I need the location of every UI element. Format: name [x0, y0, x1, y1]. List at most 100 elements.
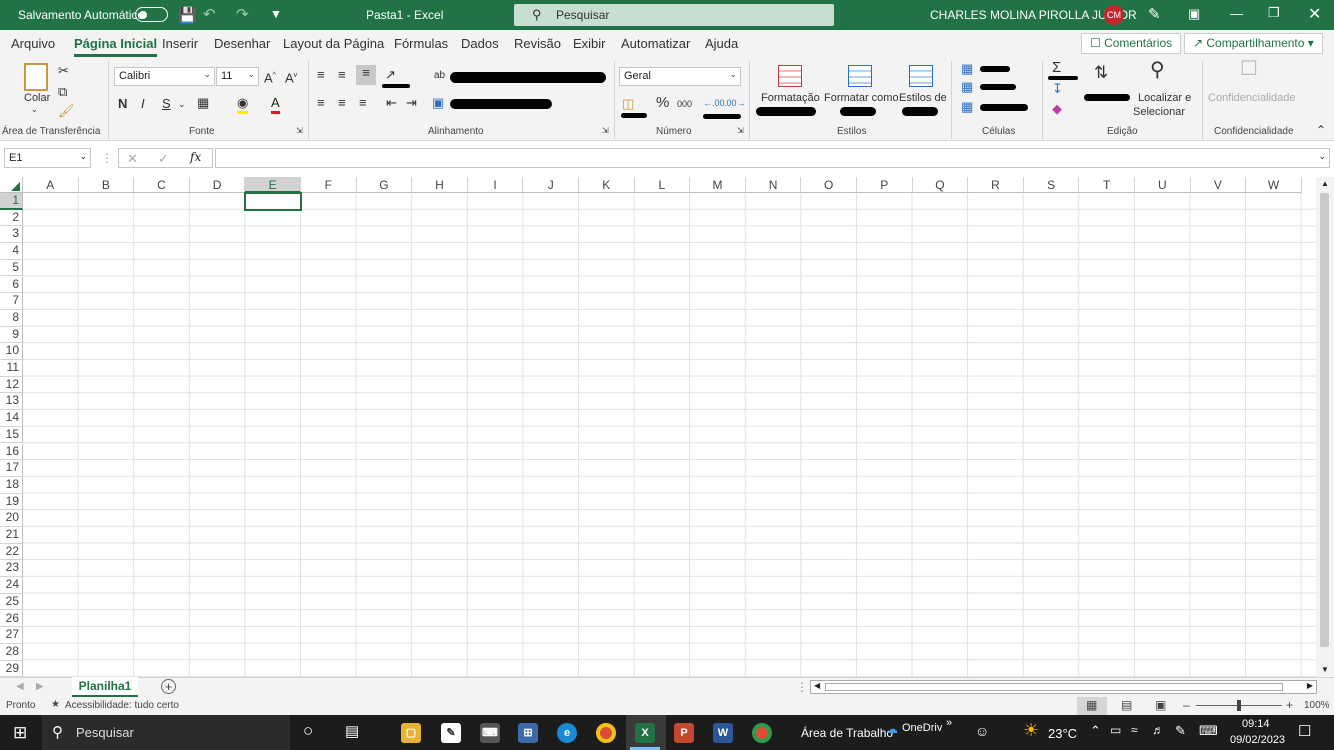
pen-icon[interactable]: ✎ — [1148, 5, 1161, 23]
paste-label[interactable]: Colar — [24, 92, 50, 104]
tab-desenhar[interactable]: Desenhar — [214, 36, 270, 51]
minimize-icon[interactable]: — — [1230, 6, 1243, 21]
desktop-label[interactable]: Área de Trabalho — [801, 726, 893, 740]
cortana-icon[interactable]: ○ — [303, 721, 313, 741]
column-header-j[interactable]: J — [523, 177, 579, 193]
column-header-v[interactable]: V — [1190, 177, 1247, 193]
column-header-u[interactable]: U — [1135, 177, 1191, 193]
column-header-s[interactable]: S — [1023, 177, 1080, 193]
tab-layout[interactable]: Layout da Página — [283, 36, 384, 51]
share-button[interactable]: ↗ Compartilhamento ▾ — [1184, 33, 1323, 54]
find-icon[interactable]: ⚲ — [1150, 60, 1165, 80]
column-header-c[interactable]: C — [134, 177, 190, 193]
format-cells-icon[interactable]: ▦ — [961, 99, 973, 115]
percent-button[interactable]: % — [656, 95, 669, 111]
wifi-icon[interactable]: ≈ — [1131, 723, 1138, 737]
row-header-11[interactable]: 11 — [0, 360, 23, 377]
font-color-icon[interactable]: A — [271, 95, 280, 114]
accessibility-icon[interactable]: ★ — [51, 699, 60, 710]
conditional-format-label[interactable]: Formatação — [761, 92, 820, 104]
borders-icon[interactable]: ▦ — [197, 95, 209, 111]
pen-workspace-icon[interactable]: ✎ — [1175, 723, 1186, 739]
find-label-2[interactable]: Selecionar — [1133, 106, 1185, 118]
autosum-icon[interactable]: Σ — [1052, 60, 1061, 76]
column-header-g[interactable]: G — [356, 177, 413, 193]
scroll-up-icon[interactable]: ▲ — [1321, 179, 1329, 188]
excel-taskbar-icon[interactable]: X — [635, 723, 655, 743]
ribbon-display-icon[interactable]: ▣ — [1188, 6, 1200, 22]
scroll-right-icon[interactable]: ▶ — [1307, 681, 1313, 690]
normal-view-icon[interactable]: ▦ — [1086, 698, 1097, 712]
clock-date[interactable]: 09/02/2023 — [1230, 734, 1285, 746]
next-sheet-icon[interactable]: ▶ — [36, 681, 44, 692]
enter-icon[interactable]: ✓ — [158, 151, 169, 167]
chrome-profile-icon[interactable] — [752, 723, 772, 743]
avatar[interactable]: CM — [1104, 5, 1124, 25]
font-launcher-icon[interactable]: ⇲ — [296, 126, 303, 135]
row-header-23[interactable]: 23 — [0, 560, 23, 578]
maximize-icon[interactable]: ❐ — [1268, 5, 1280, 21]
font-name-select[interactable]: Calibri ⌄ — [114, 67, 215, 86]
increase-font-icon[interactable]: A^ — [264, 68, 276, 86]
onedrive-label[interactable]: OneDrive — [902, 722, 942, 734]
row-header-1[interactable]: 1 — [0, 193, 23, 210]
tab-pagina-inicial[interactable]: Página Inicial — [74, 36, 158, 57]
alignment-launcher-icon[interactable]: ⇲ — [602, 126, 609, 135]
orientation-icon[interactable]: ↗ — [385, 67, 396, 83]
insert-function-button[interactable]: fx — [190, 150, 201, 164]
customize-qat-icon[interactable]: ▼ — [270, 7, 282, 21]
column-header-i[interactable]: I — [467, 177, 524, 193]
row-header-17[interactable]: 17 — [0, 460, 23, 477]
save-icon[interactable]: 💾 — [178, 6, 197, 24]
decrease-font-icon[interactable]: Av — [285, 68, 297, 86]
currency-icon[interactable]: ◫ — [622, 96, 634, 112]
row-header-16[interactable]: 16 — [0, 443, 23, 461]
column-header-d[interactable]: D — [189, 177, 246, 193]
vertical-scrollbar[interactable]: ▲ ▼ — [1316, 177, 1334, 677]
autosave-toggle[interactable] — [135, 7, 168, 22]
clock-time[interactable]: 09:14 — [1242, 718, 1270, 730]
active-cell[interactable] — [244, 192, 302, 211]
select-all-corner[interactable] — [0, 177, 23, 193]
fill-color-icon[interactable]: ◉ — [237, 95, 249, 114]
column-header-k[interactable]: K — [579, 177, 635, 193]
column-header-t[interactable]: T — [1079, 177, 1135, 193]
column-header-w[interactable]: W — [1246, 177, 1302, 193]
comments-button[interactable]: ☐ Comentários — [1081, 33, 1182, 54]
clear-icon[interactable]: ◆ — [1052, 101, 1062, 117]
sort-filter-icon[interactable]: ⇅ — [1094, 64, 1108, 81]
row-header-5[interactable]: 5 — [0, 259, 23, 277]
align-top-icon[interactable]: ≡ — [317, 67, 325, 83]
font-size-select[interactable]: 11 ⌄ — [216, 67, 259, 86]
fill-icon[interactable]: ↧ — [1052, 81, 1063, 97]
keyboard-app-icon[interactable]: ⌨ — [480, 723, 500, 743]
zoom-in-icon[interactable]: + — [1286, 698, 1293, 712]
align-left-icon[interactable]: ≡ — [317, 95, 325, 111]
weather-icon[interactable]: ☀ — [1023, 720, 1039, 741]
row-header-8[interactable]: 8 — [0, 309, 23, 327]
tab-formulas[interactable]: Fórmulas — [394, 36, 448, 51]
copy-icon[interactable]: ⧉ — [58, 84, 67, 100]
row-header-2[interactable]: 2 — [0, 209, 23, 227]
cut-icon[interactable]: ✂ — [58, 63, 69, 79]
split-handle-icon[interactable]: ⋮ — [796, 680, 808, 694]
cell-styles-icon[interactable] — [909, 65, 933, 87]
wrap-text-icon[interactable]: ab — [434, 68, 445, 84]
align-middle-icon[interactable]: ≡ — [338, 67, 346, 83]
row-header-27[interactable]: 27 — [0, 627, 23, 644]
format-painter-icon[interactable]: 🖌 — [58, 103, 75, 119]
column-header-b[interactable]: B — [78, 177, 135, 193]
close-icon[interactable]: ✕ — [1308, 4, 1321, 24]
page-layout-view-icon[interactable]: ▤ — [1121, 698, 1132, 712]
column-header-p[interactable]: P — [857, 177, 913, 193]
column-header-e[interactable]: E — [245, 177, 301, 193]
column-header-o[interactable]: O — [801, 177, 857, 193]
zoom-slider-thumb[interactable] — [1237, 700, 1241, 711]
bold-button[interactable]: N — [118, 96, 127, 112]
format-as-table-label[interactable]: Formatar como — [824, 92, 899, 104]
italic-button[interactable]: I — [141, 96, 145, 112]
windows-start-icon[interactable]: ⊞ — [13, 723, 27, 743]
collapse-ribbon-icon[interactable]: ⌃ — [1316, 123, 1326, 137]
row-header-14[interactable]: 14 — [0, 410, 23, 427]
column-header-a[interactable]: A — [23, 177, 79, 193]
